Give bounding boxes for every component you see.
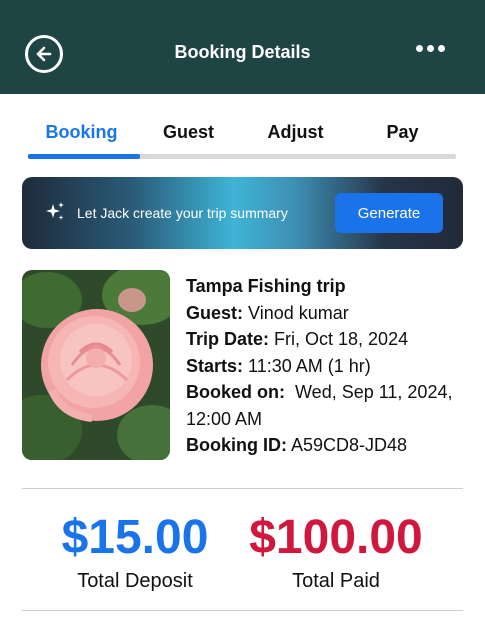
total-deposit-amount: $15.00 (61, 511, 209, 564)
trip-date: Fri, Oct 18, 2024 (274, 329, 409, 349)
booking-id-row: Booking ID: A59CD8-JD48 (186, 435, 408, 455)
booked-on-row: Booked on: Wed, Sep 11, 2024, (186, 382, 453, 402)
ai-summary-banner: Let Jack create your trip summary Genera… (22, 177, 463, 249)
start-time: 11:30 AM (1 hr) (248, 355, 371, 376)
guest-name: Vinod kumar (248, 302, 349, 323)
booked-on-date: Wed, Sep 11, 2024, (295, 382, 453, 402)
guest-row: Guest: Vinod kumar (186, 302, 349, 323)
starts-row: Starts: 11:30 AM (1 hr) (186, 355, 371, 376)
total-paid-amount: $100.00 (249, 511, 423, 564)
more-options-button[interactable] (416, 45, 445, 52)
app-header: Booking Details (0, 0, 485, 94)
trip-date-row: Trip Date: Fri, Oct 18, 2024 (186, 329, 409, 349)
page-title: Booking Details (174, 42, 311, 62)
more-dots-icon (416, 45, 423, 52)
divider (22, 488, 463, 489)
booked-on-time: 12:00 AM (186, 408, 263, 429)
total-paid-label: Total Paid (292, 570, 380, 592)
sparkle-icon (46, 202, 64, 220)
total-deposit-label: Total Deposit (77, 570, 193, 592)
ai-banner-text: Let Jack create your trip summary (77, 205, 288, 221)
generate-button[interactable]: Generate (335, 193, 443, 233)
active-tab-indicator (28, 154, 140, 159)
divider-bottom (22, 610, 463, 611)
booking-details: Tampa Fishing trip Guest: Vinod kumar Tr… (186, 273, 476, 459)
booking-id: A59CD8-JD48 (291, 435, 408, 455)
trip-title: Tampa Fishing trip (186, 276, 346, 296)
pink-rose-image (22, 270, 170, 460)
